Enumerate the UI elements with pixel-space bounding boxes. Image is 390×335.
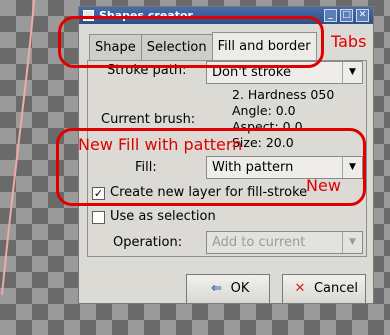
current-brush-label: Current brush: bbox=[101, 112, 196, 127]
tabs-annotation-box bbox=[58, 16, 324, 68]
use-as-selection-label[interactable]: Use as selection bbox=[110, 209, 216, 224]
fill-pattern-annotation-label: New Fill with pattern bbox=[78, 135, 243, 154]
chevron-down-icon: ▼ bbox=[342, 62, 362, 83]
ok-button[interactable]: ⇐ OK bbox=[186, 274, 270, 304]
close-button[interactable]: ✕ bbox=[356, 9, 369, 22]
operation-label: Operation: bbox=[113, 235, 183, 250]
brush-name: 2. Hardness 050 bbox=[232, 87, 335, 102]
brush-angle: Angle: 0.0 bbox=[232, 103, 296, 118]
operation-dropdown[interactable]: Add to current ▼ bbox=[206, 231, 363, 254]
new-annotation-label: New bbox=[306, 176, 341, 195]
minimize-button[interactable]: _ bbox=[324, 9, 337, 22]
operation-value: Add to current bbox=[212, 235, 306, 250]
ok-label: OK bbox=[230, 281, 250, 296]
cancel-label: Cancel bbox=[313, 281, 359, 296]
use-as-selection-checkbox[interactable] bbox=[92, 211, 105, 224]
close-icon: ✕ bbox=[294, 281, 306, 296]
back-arrow-icon: ⇐ bbox=[211, 281, 223, 296]
maximize-button[interactable]: □ bbox=[340, 9, 353, 22]
chevron-down-icon: ▼ bbox=[342, 232, 362, 253]
tabs-annotation-label: Tabs bbox=[331, 32, 367, 51]
cancel-button[interactable]: ✕ Cancel bbox=[282, 274, 366, 304]
